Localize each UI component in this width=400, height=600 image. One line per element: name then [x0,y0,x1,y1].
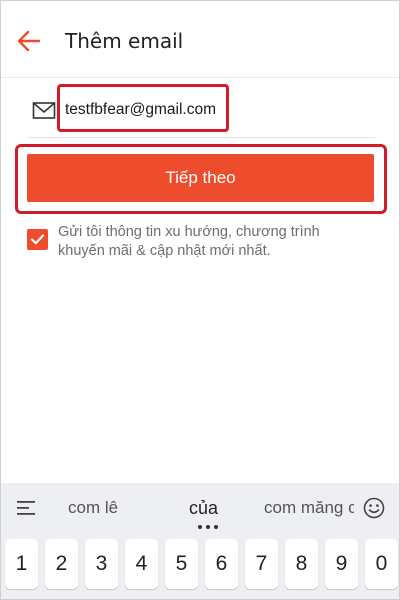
more-suggestions-icon [198,525,218,529]
key-5[interactable]: 5 [165,539,198,589]
back-button[interactable] [13,25,45,57]
envelope-icon [32,102,56,119]
promo-consent-label[interactable]: Gửi tôi thông tin xu hướng, chương trình… [58,223,358,261]
app-header: Thêm email [1,1,399,78]
key-3[interactable]: 3 [85,539,118,589]
suggestion-2[interactable]: của [189,497,218,519]
key-1[interactable]: 1 [5,539,38,589]
smiley-icon[interactable] [363,497,385,519]
key-9[interactable]: 9 [325,539,358,589]
suggestion-3[interactable]: com măng c [264,497,354,519]
number-key-row: 1 2 3 4 5 6 7 8 9 0 [1,539,399,599]
suggestion-1[interactable]: com lê [68,497,118,519]
arrow-left-icon [17,30,41,52]
key-0[interactable]: 0 [365,539,398,589]
keyboard-suggestion-bar: com lê của com măng c [1,483,399,535]
key-8[interactable]: 8 [285,539,318,589]
key-4[interactable]: 4 [125,539,158,589]
next-button[interactable]: Tiếp theo [27,154,374,202]
checkmark-icon [30,234,45,245]
key-7[interactable]: 7 [245,539,278,589]
key-2[interactable]: 2 [45,539,78,589]
promo-checkbox[interactable] [27,229,48,250]
email-row [27,84,375,138]
email-input[interactable] [65,97,235,123]
page-title: Thêm email [65,29,184,53]
key-6[interactable]: 6 [205,539,238,589]
menu-icon[interactable] [17,501,37,515]
soft-keyboard: com lê của com măng c 1 2 3 4 5 6 7 8 9 … [1,483,399,599]
screen: Thêm email Tiếp theo Gửi tôi thông tin x… [0,0,400,600]
